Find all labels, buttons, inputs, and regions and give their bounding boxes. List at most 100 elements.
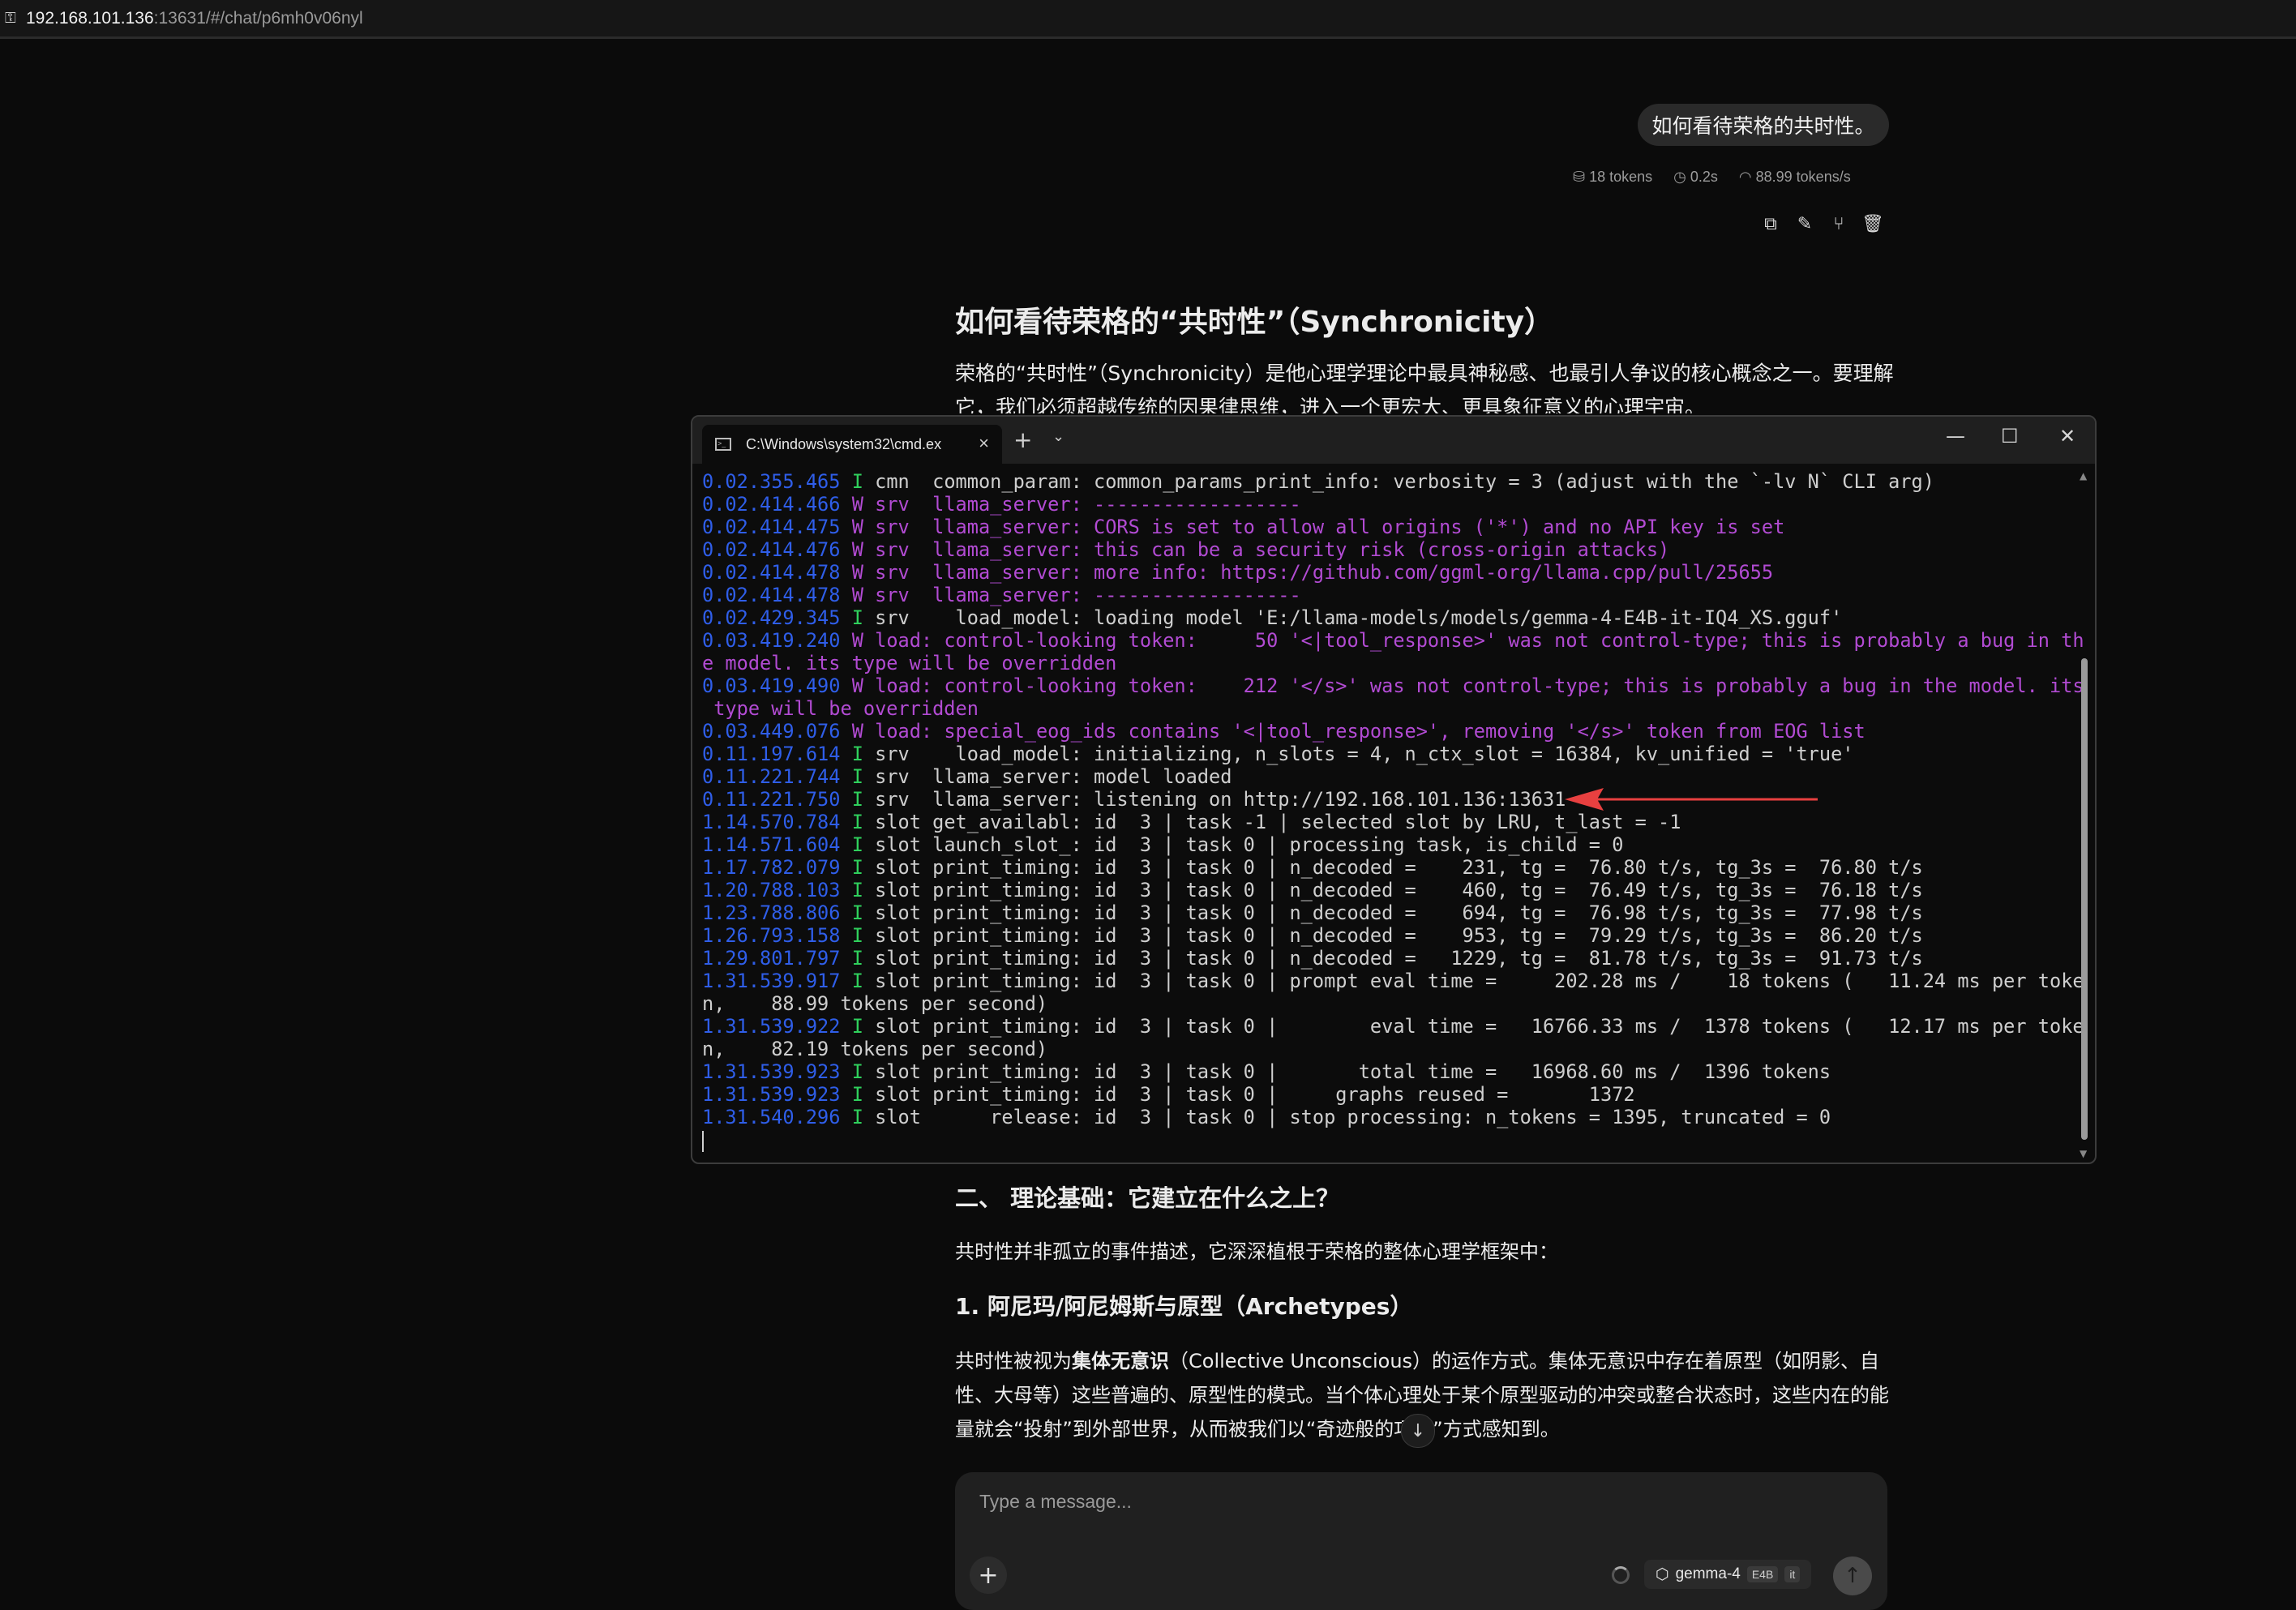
terminal-output[interactable]: 0.02.355.465 I cmn common_param: common_… xyxy=(702,470,2084,1159)
log-message: load: control-looking token: 50 '<|tool_… xyxy=(863,629,2084,652)
log-timestamp: 0.02.414.478 xyxy=(702,584,841,606)
log-message: load: control-looking token: 212 '</s>' … xyxy=(863,674,2084,697)
log-level: W xyxy=(851,516,863,538)
log-timestamp: 0.11.221.750 xyxy=(702,788,841,811)
url-host: 192.168.101.136 xyxy=(26,8,154,28)
terminal-line: 0.02.429.345 I srv load_model: loading m… xyxy=(702,606,2072,629)
terminal-line: 0.03.449.076 W load: special_eog_ids con… xyxy=(702,720,2072,743)
log-message: srv llama_server: ------------------ xyxy=(863,493,1301,516)
log-level: I xyxy=(851,924,863,947)
terminal-line: 0.11.221.750 I srv llama_server: listeni… xyxy=(702,788,2072,811)
loading-spinner-icon xyxy=(1612,1566,1630,1584)
edit-icon[interactable]: ✎ xyxy=(1793,212,1816,235)
page-info-icon[interactable]: ⚿ xyxy=(5,11,18,25)
new-tab-button[interactable]: + xyxy=(1013,426,1032,453)
chevron-down-icon[interactable]: ⌄ xyxy=(1052,428,1064,445)
terminal-line: 0.02.414.475 W srv llama_server: CORS is… xyxy=(702,516,2072,538)
response-intro: 荣格的“共时性”（Synchronicity）是他心理学理论中最具神秘感、也最引… xyxy=(955,362,1894,413)
terminal-line: type will be overridden xyxy=(702,697,2072,720)
arrow-up-icon: ↑ xyxy=(1844,1564,1861,1588)
log-message: type will be overridden xyxy=(702,697,979,720)
log-level: I xyxy=(851,1060,863,1083)
trash-icon[interactable]: 🗑 xyxy=(1861,212,1884,235)
log-level: I xyxy=(851,879,863,901)
address-bar[interactable]: ⚿ 192.168.101.136:13631/#/chat/p6mh0v06n… xyxy=(0,0,2296,39)
log-level: I xyxy=(851,743,863,765)
log-message: cmn common_param: common_params_print_in… xyxy=(863,470,1934,493)
scroll-down-button[interactable]: ↓ xyxy=(1401,1414,1435,1448)
close-window-icon[interactable]: ✕ xyxy=(2059,425,2075,447)
tokens-icon: ⛁ xyxy=(1573,169,1586,185)
terminal-line: 1.29.801.797 I slot print_timing: id 3 |… xyxy=(702,947,2072,970)
terminal-titlebar[interactable]: >_ C:\Windows\system32\cmd.ex × + ⌄ — ☐ … xyxy=(692,417,2095,464)
log-level: W xyxy=(851,674,863,697)
log-timestamp: 1.14.571.604 xyxy=(702,833,841,856)
log-timestamp: 0.03.419.240 xyxy=(702,629,841,652)
add-attachment-button[interactable]: + xyxy=(970,1556,1007,1594)
log-level: I xyxy=(851,970,863,992)
log-timestamp: 1.29.801.797 xyxy=(702,947,841,970)
log-timestamp: 0.02.414.478 xyxy=(702,561,841,584)
log-level: I xyxy=(851,1106,863,1128)
log-timestamp: 0.02.414.475 xyxy=(702,516,841,538)
terminal-line: 0.03.419.490 W load: control-looking tok… xyxy=(702,674,2084,697)
model-name: gemma-4 xyxy=(1675,1565,1741,1582)
terminal-line: e model. its type will be overridden xyxy=(702,652,2072,674)
clock-icon: ◷ xyxy=(1673,169,1686,185)
minimize-icon[interactable]: — xyxy=(1946,425,1965,447)
log-timestamp: 1.17.782.079 xyxy=(702,856,841,879)
log-message: srv llama_server: listening on http://19… xyxy=(863,788,1566,811)
log-level: I xyxy=(851,833,863,856)
log-message: slot print_timing: id 3 | task 0 | eval … xyxy=(863,1015,2084,1038)
log-message: slot release: id 3 | task 0 | stop proce… xyxy=(863,1106,1831,1128)
scrollbar-thumb[interactable] xyxy=(2081,658,2088,1140)
scroll-down-icon[interactable]: ▼ xyxy=(2080,1148,2087,1159)
terminal-scrollbar[interactable]: ▲ ▼ xyxy=(2079,470,2090,1159)
maximize-icon[interactable]: ☐ xyxy=(2001,425,2019,447)
log-timestamp: 0.02.414.476 xyxy=(702,538,841,561)
close-tab-icon[interactable]: × xyxy=(979,433,989,454)
terminal-tab-title: C:\Windows\system32\cmd.ex xyxy=(746,435,942,452)
response-heading: 如何看待荣格的“共时性”（Synchronicity） xyxy=(955,306,1554,339)
log-level: W xyxy=(851,493,863,516)
send-button[interactable]: ↑ xyxy=(1833,1556,1872,1595)
message-input[interactable] xyxy=(978,1490,1792,1514)
log-level: W xyxy=(851,538,863,561)
log-message: srv load_model: initializing, n_slots = … xyxy=(863,743,1854,765)
log-level: W xyxy=(851,720,863,743)
log-timestamp: 1.31.539.923 xyxy=(702,1083,841,1106)
log-timestamp: 1.23.788.806 xyxy=(702,901,841,924)
scroll-up-icon[interactable]: ▲ xyxy=(2080,470,2087,482)
terminal-tab[interactable]: >_ C:\Windows\system32\cmd.ex × xyxy=(702,425,1002,464)
log-message: n, 82.19 tokens per second) xyxy=(702,1038,1048,1060)
log-level: W xyxy=(851,584,863,606)
log-timestamp: 1.31.539.917 xyxy=(702,970,841,992)
terminal-window[interactable]: >_ C:\Windows\system32\cmd.ex × + ⌄ — ☐ … xyxy=(691,415,2097,1164)
log-message: slot print_timing: id 3 | task 0 | graph… xyxy=(863,1083,1635,1106)
log-level: I xyxy=(851,788,863,811)
terminal-line: 1.14.571.604 I slot launch_slot_: id 3 |… xyxy=(702,833,2072,856)
log-timestamp: 0.02.355.465 xyxy=(702,470,841,493)
terminal-line: 1.26.793.158 I slot print_timing: id 3 |… xyxy=(702,924,2072,947)
log-level: I xyxy=(851,856,863,879)
log-timestamp: 1.31.540.296 xyxy=(702,1106,841,1128)
annotation-arrow-icon xyxy=(1565,788,1818,811)
log-message: n, 88.99 tokens per second) xyxy=(702,992,1048,1015)
log-timestamp: 1.31.539.922 xyxy=(702,1015,841,1038)
copy-icon[interactable]: ⧉ xyxy=(1759,212,1782,235)
log-level: I xyxy=(851,606,863,629)
branch-icon[interactable]: ⑂ xyxy=(1827,212,1850,235)
terminal-line: 0.02.414.476 W srv llama_server: this ca… xyxy=(702,538,2072,561)
section2-text: 共时性并非孤立的事件描述，它深深植根于荣格的整体心理学框架中： xyxy=(955,1240,1558,1263)
terminal-line: 1.20.788.103 I slot print_timing: id 3 |… xyxy=(702,879,2072,901)
terminal-line: 0.11.197.614 I srv load_model: initializ… xyxy=(702,743,2072,765)
terminal-line: 0.02.355.465 I cmn common_param: common_… xyxy=(702,470,2072,493)
log-timestamp: 0.02.429.345 xyxy=(702,606,841,629)
terminal-line: 1.31.539.923 I slot print_timing: id 3 |… xyxy=(702,1083,2072,1106)
log-message: slot get_availabl: id 3 | task -1 | sele… xyxy=(863,811,1681,833)
model-tag-variant: it xyxy=(1784,1566,1801,1582)
terminal-line: 0.02.414.478 W srv llama_server: -------… xyxy=(702,584,2072,606)
model-selector[interactable]: ⬡ gemma-4 E4B it xyxy=(1644,1560,1812,1589)
log-level: I xyxy=(851,470,863,493)
log-timestamp: 0.03.449.076 xyxy=(702,720,841,743)
